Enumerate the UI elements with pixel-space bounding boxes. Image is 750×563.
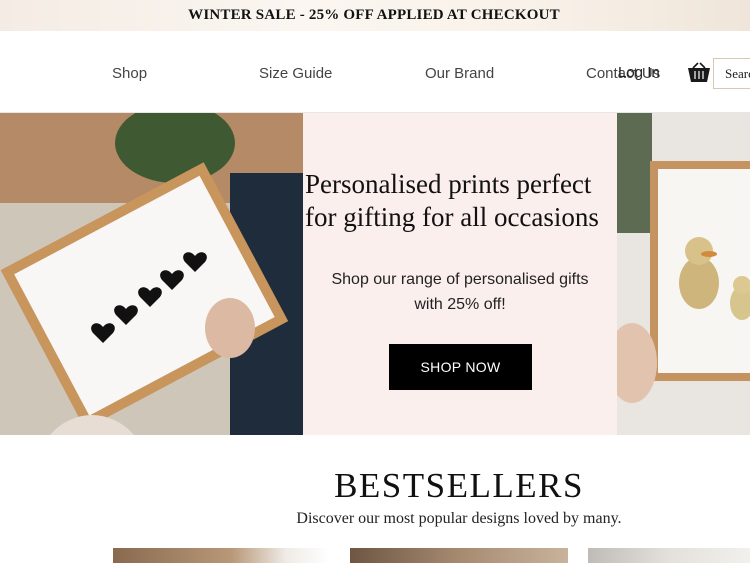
hero-subtitle-line-2: with 25% off! (414, 296, 506, 313)
bestseller-product-image[interactable] (350, 548, 568, 563)
hero-image-duck-print (617, 113, 750, 435)
announcement-text: WINTER SALE - 25% OFF APPLIED AT CHECKOU… (188, 7, 560, 23)
search-input[interactable]: Search (713, 58, 750, 89)
hero-banner: Personalised prints perfect for gifting … (0, 113, 750, 435)
hero-title: Personalised prints perfect for gifting … (305, 168, 625, 234)
hero-subtitle: Shop our range of personalised gifts wit… (303, 267, 617, 317)
bestsellers-subtitle: Discover our most popular designs loved … (296, 510, 622, 527)
hero-text-panel: Personalised prints perfect for gifting … (303, 113, 617, 435)
bestseller-product-image[interactable] (113, 548, 329, 563)
nav-item-shop[interactable]: Shop (112, 65, 147, 82)
hero-image-family-print (0, 113, 303, 435)
shop-now-button[interactable]: SHOP NOW (389, 344, 532, 390)
announcement-bar: WINTER SALE - 25% OFF APPLIED AT CHECKOU… (0, 0, 750, 31)
bestseller-product-image[interactable] (588, 548, 750, 563)
nav-item-size-guide[interactable]: Size Guide (259, 65, 332, 82)
nav-item-our-brand[interactable]: Our Brand (425, 65, 494, 82)
hero-subtitle-line-1: Shop our range of personalised gifts (331, 271, 589, 288)
site-header: Shop Size Guide Our Brand Contact Us Log… (0, 31, 750, 113)
hero-title-line-2: for gifting for all occasions (305, 202, 599, 232)
hero-title-line-1: Personalised prints perfect (305, 169, 592, 199)
search-text: Search (725, 65, 750, 81)
bestsellers-heading: BESTSELLERS (334, 466, 584, 505)
shopping-basket-icon[interactable] (686, 62, 712, 84)
login-link[interactable]: Log In (618, 64, 660, 81)
